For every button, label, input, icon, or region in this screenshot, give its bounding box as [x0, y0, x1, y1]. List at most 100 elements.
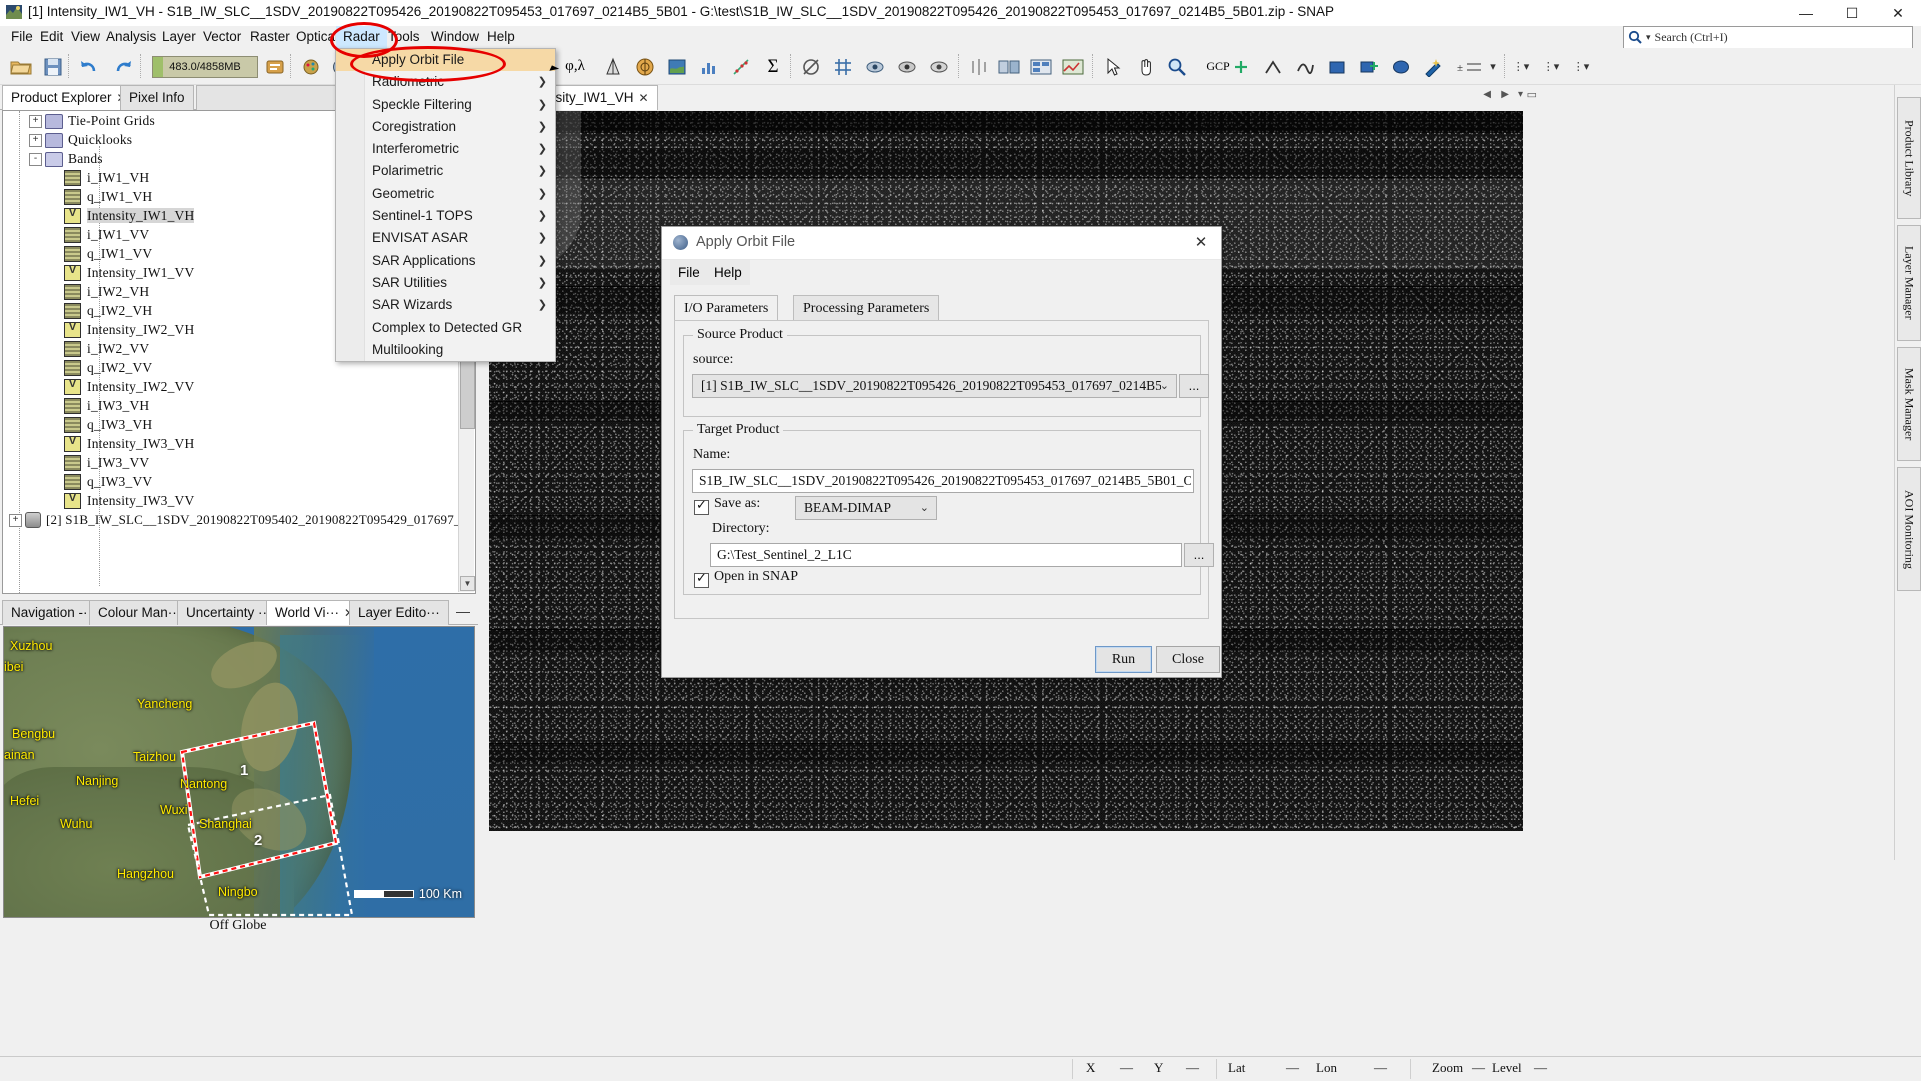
- tab-layer-manager[interactable]: Layer Manager: [1897, 225, 1921, 341]
- format-combo[interactable]: BEAM-DIMAP ⌄: [795, 496, 937, 520]
- undo-icon[interactable]: [76, 54, 102, 79]
- menu-item-multilooking[interactable]: Multilooking: [336, 339, 555, 361]
- tree-node-band[interactable]: Intensity_IW2_VV: [3, 378, 459, 397]
- chevron-down-icon[interactable]: ⌄: [1160, 379, 1169, 392]
- layer-manager-icon[interactable]: [1028, 54, 1054, 79]
- line-icon[interactable]: [1260, 54, 1286, 79]
- redo-icon[interactable]: [110, 54, 136, 79]
- menu-window[interactable]: Window: [424, 26, 486, 48]
- tree-node-band[interactable]: i_IW3_VV: [3, 454, 459, 473]
- directory-browse-button[interactable]: ...: [1184, 543, 1214, 567]
- close-icon[interactable]: ✕: [639, 91, 649, 105]
- phase-lambda-icon[interactable]: φ,λ: [562, 54, 588, 79]
- menu-item-apply-orbit-file[interactable]: Apply Orbit File: [336, 49, 555, 72]
- menu-analysis[interactable]: Analysis: [99, 26, 163, 48]
- search-dropdown-icon[interactable]: ▾: [1646, 32, 1651, 43]
- filtered-band-icon[interactable]: [894, 54, 920, 79]
- menu-item-complex-to-detected-gr[interactable]: Complex to Detected GR: [336, 317, 555, 339]
- collapse-panel-button[interactable]: —: [456, 603, 470, 619]
- expander-icon[interactable]: +: [9, 513, 22, 527]
- grid-icon[interactable]: [830, 54, 856, 79]
- scatter-plot-icon[interactable]: [728, 54, 754, 79]
- tab-mask-manager[interactable]: Mask Manager: [1897, 347, 1921, 461]
- expander-icon[interactable]: -: [29, 152, 42, 166]
- band-maths-icon[interactable]: [926, 54, 952, 79]
- menu-help[interactable]: Help: [480, 26, 522, 48]
- zoom-icon[interactable]: [1164, 54, 1190, 79]
- tree-node-band[interactable]: Intensity_IW3_VH: [3, 435, 459, 454]
- tab-float-icon[interactable]: ▭: [1527, 88, 1537, 101]
- menu-item-envisat-asar[interactable]: ENVISAT ASAR ❯: [336, 227, 555, 249]
- menu-item-sar-utilities[interactable]: SAR Utilities ❯: [336, 272, 555, 294]
- spectrum-icon[interactable]: [966, 54, 992, 79]
- search-input[interactable]: ▾ Search (Ctrl+I): [1623, 26, 1913, 49]
- tab-pixel-info[interactable]: Pixel Info: [120, 85, 194, 110]
- tab-list-icon[interactable]: ▾: [1518, 89, 1523, 100]
- directory-input[interactable]: G:\Test_Sentinel_2_L1C: [710, 543, 1182, 567]
- expander-icon[interactable]: +: [29, 133, 42, 147]
- layer-icon[interactable]: [996, 54, 1022, 79]
- tab-product-library[interactable]: Product Library: [1897, 97, 1921, 219]
- tab-scroll-left-icon[interactable]: ◀: [1483, 89, 1491, 100]
- run-button[interactable]: Run: [1095, 646, 1152, 673]
- ellipse-icon[interactable]: [1388, 54, 1414, 79]
- menu-item-sar-applications[interactable]: SAR Applications ❯: [336, 250, 555, 272]
- toolbar-more-3-icon[interactable]: ⋮▾: [1568, 54, 1594, 79]
- tree-node-band[interactable]: i_IW3_VH: [3, 397, 459, 416]
- memory-gauge[interactable]: 483.0/4858MB: [152, 56, 258, 78]
- histogram-icon[interactable]: [696, 54, 722, 79]
- save-as-checkbox[interactable]: [694, 497, 709, 515]
- maximize-button[interactable]: ☐: [1829, 0, 1875, 26]
- rect-plus-icon[interactable]: [1356, 54, 1382, 79]
- magic-stick-icon[interactable]: [1420, 54, 1446, 79]
- information-panel-icon[interactable]: [632, 54, 658, 79]
- sum-icon[interactable]: Σ: [760, 54, 786, 79]
- open-in-snap-checkbox[interactable]: [694, 570, 709, 588]
- apply-orbit-file-dialog[interactable]: Apply Orbit File ✕ File Help I/O Paramet…: [661, 226, 1222, 678]
- tree-node-product-2[interactable]: + [2] S1B_IW_SLC__1SDV_20190822T095402_20…: [3, 511, 459, 530]
- toolbar-more-2-icon[interactable]: ⋮▾: [1538, 54, 1564, 79]
- tab-aoi-monitoring[interactable]: AOI Monitoring: [1897, 467, 1921, 591]
- menu-item-coregistration[interactable]: Coregistration ❯: [336, 116, 555, 138]
- source-browse-button[interactable]: ...: [1179, 374, 1209, 398]
- select-icon[interactable]: [1100, 54, 1126, 79]
- dialog-menu-file[interactable]: File: [670, 260, 708, 285]
- tab-uncertainty[interactable]: Uncertainty ···: [177, 600, 281, 625]
- menu-item-sar-wizards[interactable]: SAR Wizards ❯: [336, 294, 555, 316]
- rectangle-icon[interactable]: [1324, 54, 1350, 79]
- toolbar-more-1-icon[interactable]: ⋮▾: [1508, 54, 1534, 79]
- profile-plot-icon[interactable]: [600, 54, 626, 79]
- polyline-icon[interactable]: [1292, 54, 1318, 79]
- magic-wand-icon[interactable]: [798, 54, 824, 79]
- close-button[interactable]: ✕: [1875, 0, 1921, 26]
- toolbar-overflow-icon[interactable]: ▾: [1480, 54, 1506, 79]
- radar-menu-popup[interactable]: Apply Orbit File Radiometric ❯ Speckle Fi…: [335, 48, 556, 363]
- menu-item-sentinel-1-tops[interactable]: Sentinel-1 TOPS ❯: [336, 205, 555, 227]
- expander-icon[interactable]: +: [29, 114, 42, 128]
- tree-node-band[interactable]: q_IW3_VV: [3, 473, 459, 492]
- open-product-icon[interactable]: [8, 54, 34, 79]
- world-map-icon[interactable]: [664, 54, 690, 79]
- mask-icon[interactable]: [862, 54, 888, 79]
- source-product-combo[interactable]: [1] S1B_IW_SLC__1SDV_20190822T095426_201…: [692, 374, 1177, 398]
- save-product-icon[interactable]: [40, 54, 66, 79]
- scroll-down-icon[interactable]: ▼: [460, 576, 475, 591]
- close-button[interactable]: Close: [1156, 646, 1220, 673]
- menu-radar[interactable]: Radar: [336, 26, 387, 48]
- gcp-plus-icon[interactable]: [1228, 54, 1254, 79]
- tab-io-parameters[interactable]: I/O Parameters: [674, 295, 779, 323]
- menu-vector[interactable]: Vector: [196, 26, 248, 48]
- tree-node-band[interactable]: q_IW3_VH: [3, 416, 459, 435]
- gcp-manager-icon[interactable]: [1060, 54, 1086, 79]
- world-view-map[interactable]: 1 2 Xuzhou ibei Yancheng Bengbu ainan Ta…: [3, 626, 475, 918]
- colour-manipulation-icon[interactable]: [298, 54, 324, 79]
- tab-layer-editor[interactable]: Layer Edito···: [349, 600, 449, 625]
- menu-tools[interactable]: Tools: [381, 26, 427, 48]
- dialog-menu-help[interactable]: Help: [706, 260, 750, 285]
- tab-product-explorer[interactable]: Product Explorer✕: [2, 85, 136, 110]
- target-name-input[interactable]: S1B_IW_SLC__1SDV_20190822T095426_2019082…: [692, 469, 1194, 493]
- menu-item-polarimetric[interactable]: Polarimetric ❯: [336, 160, 555, 182]
- menu-item-radiometric[interactable]: Radiometric ❯: [336, 71, 555, 93]
- menu-item-speckle-filtering[interactable]: Speckle Filtering ❯: [336, 94, 555, 116]
- tab-colour-manipulation[interactable]: Colour Man···: [89, 600, 191, 625]
